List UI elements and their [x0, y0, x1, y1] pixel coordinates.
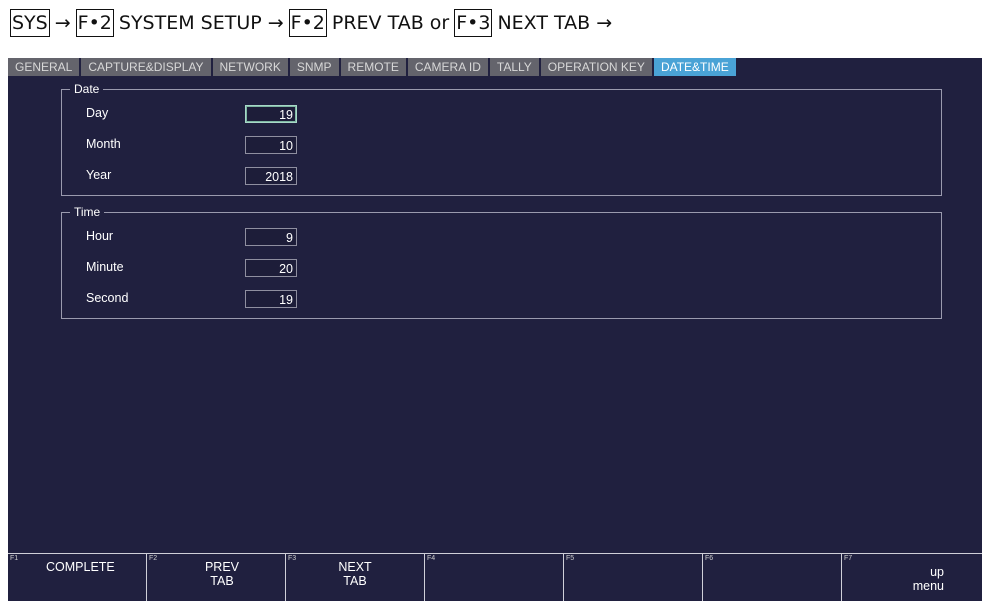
tab-snmp[interactable]: SNMP — [289, 58, 339, 76]
tab-operation-key[interactable]: OPERATION KEY — [540, 58, 652, 76]
f4-number: F4 — [427, 555, 436, 562]
f2-prev-tab-button[interactable]: F2 PREV TAB — [147, 554, 286, 601]
f1-label: COMPLETE — [46, 560, 115, 574]
monitor-screen: GENERAL CAPTURE&DISPLAY NETWORK SNMP REM… — [8, 58, 982, 601]
f7-label: up menu — [912, 565, 944, 593]
breadcrumb: SYS → F•2 SYSTEM SETUP → F•2 PREV TAB or… — [10, 8, 617, 38]
date-group: Date Day 19 Month 10 Year 2018 — [61, 82, 942, 196]
prev-tab-text: PREV TAB or — [331, 12, 450, 34]
tab-bar: GENERAL CAPTURE&DISPLAY NETWORK SNMP REM… — [8, 58, 738, 76]
f7-number: F7 — [844, 555, 853, 562]
year-label: Year — [86, 168, 112, 182]
f3-label: NEXT TAB — [338, 560, 372, 588]
minute-label: Minute — [86, 260, 124, 274]
f6-number: F6 — [705, 555, 714, 562]
f6-button[interactable]: F6 — [703, 554, 842, 601]
day-label: Day — [86, 106, 109, 120]
f1-complete-button[interactable]: F1 COMPLETE — [8, 554, 147, 601]
f2-label: PREV TAB — [204, 560, 240, 588]
sys-key: SYS — [10, 9, 50, 37]
hour-label: Hour — [86, 229, 114, 243]
next-tab-text: NEXT TAB → — [497, 12, 613, 34]
system-setup-text: SYSTEM SETUP → — [118, 12, 284, 34]
tab-tally[interactable]: TALLY — [489, 58, 539, 76]
date-group-title: Date — [70, 82, 104, 96]
f4-button[interactable]: F4 — [425, 554, 564, 601]
minute-field[interactable]: 20 — [245, 259, 297, 277]
f3-next-tab-button[interactable]: F3 NEXT TAB — [286, 554, 425, 601]
f3-key-next: F•3 — [454, 9, 493, 37]
f2-key-prev: F•2 — [288, 9, 327, 37]
f5-button[interactable]: F5 — [564, 554, 703, 601]
time-group: Time Hour 9 Minute 20 Second 19 — [61, 205, 942, 319]
day-field[interactable]: 19 — [245, 105, 297, 123]
arrow: → — [54, 12, 71, 34]
f5-number: F5 — [566, 555, 575, 562]
tab-network[interactable]: NETWORK — [212, 58, 288, 76]
tab-remote[interactable]: REMOTE — [340, 58, 406, 76]
second-field[interactable]: 19 — [245, 290, 297, 308]
function-key-bar: F1 COMPLETE F2 PREV TAB F3 NEXT TAB F4 F… — [8, 553, 982, 601]
hour-field[interactable]: 9 — [245, 228, 297, 246]
tab-camera-id[interactable]: CAMERA ID — [407, 58, 488, 76]
time-group-title: Time — [70, 205, 105, 219]
f7-up-menu-button[interactable]: F7 up menu — [842, 554, 982, 601]
month-label: Month — [86, 137, 121, 151]
second-label: Second — [86, 291, 129, 305]
tab-general[interactable]: GENERAL — [8, 58, 80, 76]
tab-date-time[interactable]: DATE&TIME — [653, 58, 736, 76]
year-field[interactable]: 2018 — [245, 167, 297, 185]
f2-key: F•2 — [75, 9, 114, 37]
tab-capture-display[interactable]: CAPTURE&DISPLAY — [81, 58, 211, 76]
month-field[interactable]: 10 — [245, 136, 297, 154]
